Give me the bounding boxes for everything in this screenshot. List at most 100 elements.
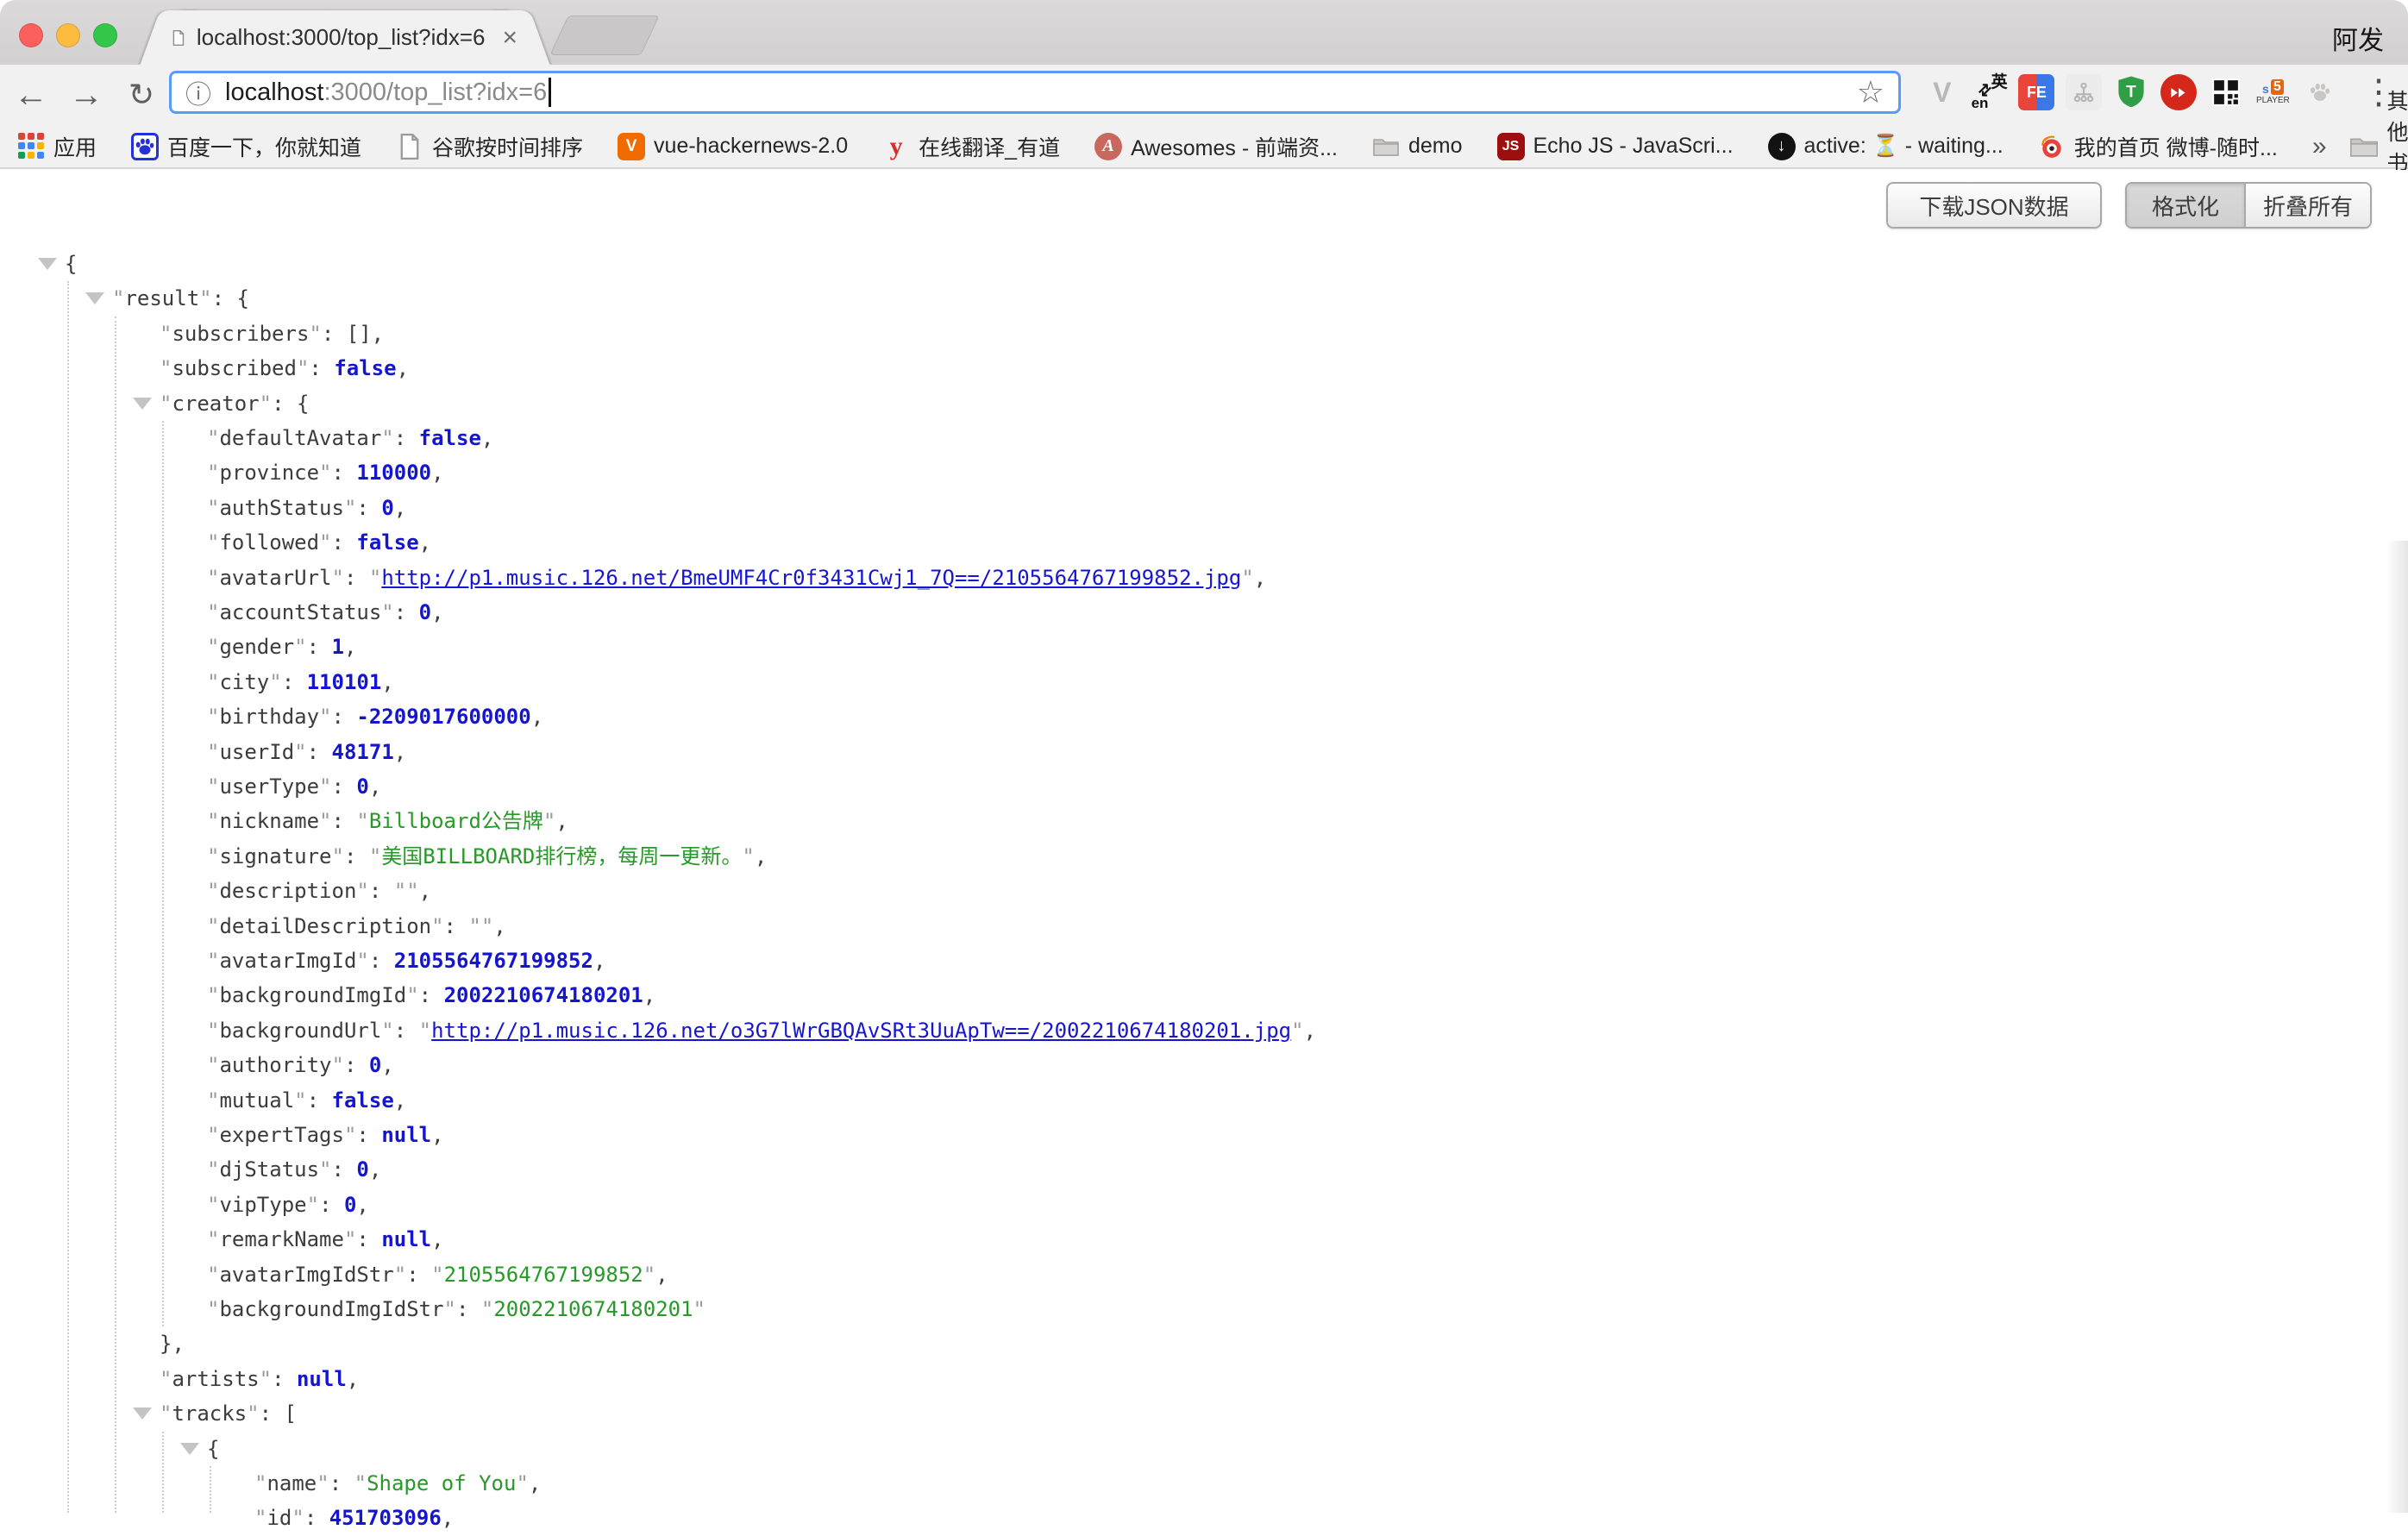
bookmark-item[interactable]: 谷歌按时间排序 (396, 131, 583, 162)
h5-player-extension-icon[interactable]: s5PLAYER (2254, 74, 2291, 110)
bookmark-label: 在线翻译_有道 (919, 131, 1060, 162)
json-link[interactable]: http://p1.music.126.net/BmeUMF4Cr0f3431C… (381, 566, 1241, 590)
bookmark-star-icon[interactable]: ☆ (1857, 77, 1884, 108)
json-link[interactable]: http://p1.music.126.net/o3G7lWrGBQAvSRt3… (431, 1019, 1291, 1043)
json-keyword: null (297, 1367, 347, 1391)
profile-name[interactable]: 阿发 (2332, 19, 2384, 57)
json-keyword: false (334, 356, 396, 380)
collapse-triangle-icon[interactable] (133, 1407, 152, 1420)
json-comma: , (419, 530, 431, 555)
bookmarks-overflow-icon[interactable]: » (2312, 132, 2327, 161)
json-comma: , (431, 600, 443, 624)
json-punct: }, (160, 1332, 185, 1356)
json-key: backgroundImgIdStr (219, 1297, 443, 1321)
page-info-icon[interactable]: ⓘ (185, 73, 211, 111)
bookmark-item[interactable]: y在线翻译_有道 (882, 131, 1060, 162)
json-line: "followed": false, (207, 525, 431, 561)
json-line: "mutual": false, (207, 1083, 406, 1119)
json-key: result (124, 286, 199, 310)
indent-guide-line (162, 1432, 164, 1513)
json-line: "nickname": "Billboard公告牌", (207, 804, 568, 839)
svg-text:T: T (2126, 83, 2136, 101)
json-key: creator (172, 392, 259, 416)
json-key: name (267, 1471, 317, 1495)
close-window-button[interactable] (19, 23, 43, 47)
bookmark-label: 我的首页 微博-随时... (2074, 131, 2278, 162)
vue-devtools-extension-icon[interactable]: V (1924, 74, 1960, 110)
vertical-scrollbar[interactable] (2386, 541, 2408, 1513)
bookmark-item[interactable]: AAwesomes - 前端资... (1094, 131, 1338, 162)
new-tab-button[interactable] (549, 16, 659, 55)
json-key: backgroundImgId (219, 983, 406, 1007)
json-line: "id": 451703096, (254, 1501, 454, 1536)
indent-guide-line (67, 281, 69, 1513)
bookmark-item[interactable]: demo (1372, 133, 1463, 160)
json-line: "avatarUrl": "http://p1.music.126.net/Bm… (207, 561, 1266, 596)
json-line: "authority": 0, (207, 1048, 394, 1083)
json-key: djStatus (219, 1157, 319, 1182)
json-key: vipType (219, 1193, 306, 1217)
json-keyword: null (381, 1227, 431, 1251)
json-line: "remarkName": null, (207, 1222, 444, 1257)
json-line: "backgroundImgId": 2002210674180201, (207, 978, 655, 1013)
sitemap-extension-icon[interactable] (2066, 74, 2102, 110)
json-line: "authStatus": 0, (207, 491, 406, 526)
json-line: "subscribers": [], (160, 317, 384, 352)
extensions-row: V 英⇄en FE Ts5PLAYER (1913, 71, 2349, 114)
json-comma: , (431, 1123, 443, 1147)
bookmark-item[interactable]: Vvue-hackernews-2.0 (618, 133, 848, 160)
json-key: mutual (219, 1088, 294, 1113)
green-shield-extension-icon[interactable]: T (2113, 73, 2149, 112)
bookmark-item[interactable]: 应用 (17, 131, 97, 162)
url-path: :3000/top_list?idx=6 (323, 78, 547, 107)
forward-icon[interactable]: → (62, 72, 110, 118)
json-comma: , (397, 356, 409, 380)
json-comma: , (643, 983, 655, 1007)
bookmark-label: 谷歌按时间排序 (432, 131, 583, 162)
bookmark-item[interactable]: JSEcho JS - JavaScri... (1497, 133, 1734, 160)
url-input[interactable]: ⓘ localhost:3000/top_list?idx=6 ☆ (169, 71, 1901, 114)
json-number: 0 (369, 1053, 381, 1077)
json-comma: , (431, 461, 443, 485)
json-punct: { (207, 1437, 219, 1461)
json-number: 0 (344, 1193, 356, 1217)
json-comma: , (369, 774, 381, 799)
json-punct: { (65, 252, 77, 276)
collapse-triangle-icon[interactable] (38, 258, 57, 270)
bookmark-label: Echo JS - JavaScri... (1533, 134, 1734, 159)
json-tree: {"result": {"subscribers": [],"subscribe… (0, 170, 2408, 1513)
json-line: "province": 110000, (207, 455, 444, 491)
json-line: "city": 110101, (207, 665, 394, 700)
bookmarks-bar: 应用 百度一下，你就知道 谷歌按时间排序 Vvue-hackernews-2.0 y在线… (0, 125, 2408, 169)
indent-guide-line (210, 1466, 211, 1513)
bookmark-item[interactable]: 我的首页 微博-随时... (2038, 131, 2278, 162)
tab-close-icon[interactable]: × (502, 25, 517, 51)
bookmark-item[interactable]: ↓active: ⏳ - waiting... (1768, 133, 2004, 160)
fehelper-extension-icon[interactable]: FE (2018, 74, 2054, 110)
json-number: 0 (356, 774, 368, 799)
collapse-triangle-icon[interactable] (133, 398, 152, 410)
zoom-window-button[interactable] (93, 23, 117, 47)
json-line: "signature": "美国BILLBOARD排行榜，每周一更新。", (207, 839, 767, 875)
json-comma: , (381, 670, 393, 694)
json-key: detailDescription (219, 914, 431, 938)
json-comma: , (531, 705, 543, 729)
collapse-triangle-icon[interactable] (85, 292, 104, 304)
browser-tab[interactable]: localhost:3000/top_list?idx=6 × (172, 10, 517, 65)
json-line: "vipType": 0, (207, 1188, 369, 1223)
minimize-window-button[interactable] (56, 23, 80, 47)
translate-extension-icon[interactable]: 英⇄en (1972, 72, 2008, 113)
video-speed-extension-icon[interactable] (2160, 74, 2197, 110)
qrcode-extension-icon[interactable] (2208, 74, 2244, 110)
bookmark-item[interactable]: 百度一下，你就知道 (131, 131, 361, 162)
json-number: 2105564767199852 (394, 949, 593, 973)
reload-icon[interactable]: ↻ (117, 72, 166, 118)
json-key: subscribed (172, 356, 297, 380)
json-comma: , (344, 635, 356, 659)
collapse-triangle-icon[interactable] (180, 1443, 199, 1455)
json-comma: , (347, 1367, 359, 1391)
text-caret (549, 78, 551, 107)
json-line: "result": { (112, 281, 249, 317)
back-icon[interactable]: ← (7, 72, 55, 118)
json-comma: , (356, 1193, 368, 1217)
